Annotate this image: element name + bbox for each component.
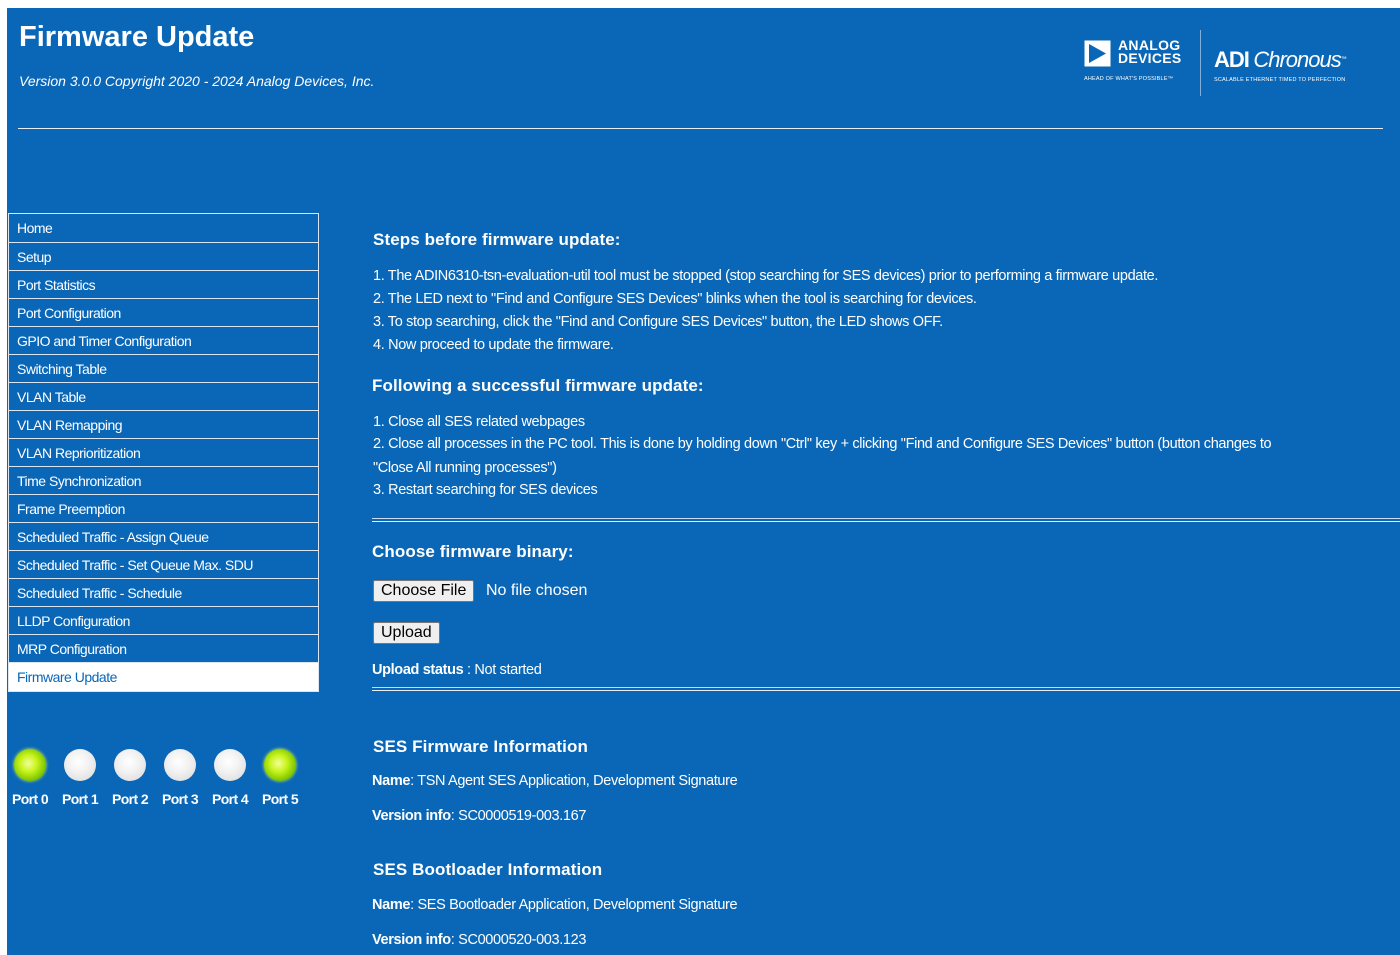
sidebar-item-scheduled-traffic-schedule[interactable]: Scheduled Traffic - Schedule bbox=[8, 579, 319, 607]
sidebar-item-setup[interactable]: Setup bbox=[8, 243, 319, 271]
sidebar-item-vlan-remapping[interactable]: VLAN Remapping bbox=[8, 411, 319, 439]
sidebar-item-vlan-table[interactable]: VLAN Table bbox=[8, 383, 319, 411]
steps-after-heading: Following a successful firmware update: bbox=[372, 376, 704, 395]
app-frame: Firmware Update Version 3.0.0 Copyright … bbox=[7, 8, 1400, 955]
upload-status: Upload status : Not started bbox=[372, 662, 542, 678]
sidebar-item-gpio-and-timer-configuration[interactable]: GPIO and Timer Configuration bbox=[8, 327, 319, 355]
upload-button[interactable]: Upload bbox=[373, 622, 440, 644]
file-chosen-status: No file chosen bbox=[486, 582, 588, 599]
sidebar-item-port-statistics[interactable]: Port Statistics bbox=[8, 271, 319, 299]
adi-chronous-logo: ADI Chronous™ bbox=[1214, 47, 1347, 72]
port-led-icon bbox=[64, 749, 96, 781]
port-label: Port 4 bbox=[211, 791, 249, 807]
firmware-version: Version info: SC0000519-003.167 bbox=[372, 808, 587, 824]
port-led-icon bbox=[214, 749, 246, 781]
port-led-icon bbox=[14, 749, 46, 781]
analog-devices-logo: ANALOG DEVICES AHEAD OF WHAT'S POSSIBLE™ bbox=[1084, 37, 1198, 92]
steps-before-item: 3. To stop searching, click the "Find an… bbox=[373, 314, 943, 330]
sidebar-item-home[interactable]: Home bbox=[8, 213, 319, 243]
steps-after-item: 1. Close all SES related webpages bbox=[373, 414, 585, 430]
firmware-name: Name: TSN Agent SES Application, Develop… bbox=[372, 773, 738, 789]
chronous-tagline: SCALABLE ETHERNET TIMED TO PERFECTION bbox=[1214, 77, 1346, 83]
port-label: Port 3 bbox=[161, 791, 199, 807]
adi-triangle-icon bbox=[1084, 40, 1111, 67]
choose-file-button[interactable]: Choose File bbox=[373, 580, 475, 602]
port-status-panel: Port 0 Port 1 Port 2 Port 3 Port 4 Port 5 bbox=[7, 749, 312, 819]
bootloader-info-heading: SES Bootloader Information bbox=[373, 860, 603, 879]
steps-before-item: 2. The LED next to "Find and Configure S… bbox=[373, 291, 977, 307]
port-led-icon bbox=[164, 749, 196, 781]
port-label: Port 0 bbox=[11, 791, 49, 807]
section-divider bbox=[372, 518, 1400, 522]
steps-before-item: 4. Now proceed to update the firmware. bbox=[373, 337, 614, 353]
sidebar-item-lldp-configuration[interactable]: LLDP Configuration bbox=[8, 607, 319, 635]
sidebar-item-firmware-update[interactable]: Firmware Update bbox=[8, 663, 319, 692]
port-indicator: Port 4 bbox=[205, 749, 255, 807]
steps-after-item: 3. Restart searching for SES devices bbox=[373, 482, 598, 498]
port-label: Port 5 bbox=[261, 791, 299, 807]
firmware-info-heading: SES Firmware Information bbox=[373, 737, 588, 756]
port-led-icon bbox=[264, 749, 296, 781]
page-title: Firmware Update bbox=[19, 21, 255, 53]
sidebar-item-mrp-configuration[interactable]: MRP Configuration bbox=[8, 635, 319, 663]
logo-divider bbox=[1200, 30, 1201, 96]
steps-after-item: "Close All running processes") bbox=[373, 460, 557, 476]
adi-tagline: AHEAD OF WHAT'S POSSIBLE™ bbox=[1084, 76, 1174, 82]
port-label: Port 1 bbox=[61, 791, 99, 807]
sidebar-item-vlan-reprioritization[interactable]: VLAN Reprioritization bbox=[8, 439, 319, 467]
sidebar-item-scheduled-traffic-assign-queue[interactable]: Scheduled Traffic - Assign Queue bbox=[8, 523, 319, 551]
steps-before-item: 1. The ADIN6310-tsn-evaluation-util tool… bbox=[373, 268, 1159, 284]
port-indicator: Port 1 bbox=[55, 749, 105, 807]
port-led-icon bbox=[114, 749, 146, 781]
port-indicator: Port 0 bbox=[7, 749, 55, 807]
sidebar-item-port-configuration[interactable]: Port Configuration bbox=[8, 299, 319, 327]
bootloader-version: Version info: SC0000520-003.123 bbox=[372, 932, 587, 948]
port-indicator: Port 2 bbox=[105, 749, 155, 807]
header-divider bbox=[18, 128, 1383, 129]
sidebar-item-switching-table[interactable]: Switching Table bbox=[8, 355, 319, 383]
adi-wordmark: ANALOG DEVICES bbox=[1118, 37, 1182, 66]
sidebar-item-scheduled-traffic-set-queue-max-sdu[interactable]: Scheduled Traffic - Set Queue Max. SDU bbox=[8, 551, 319, 579]
sidebar-item-frame-preemption[interactable]: Frame Preemption bbox=[8, 495, 319, 523]
section-divider bbox=[372, 687, 1400, 691]
steps-after-item: 2. Close all processes in the PC tool. T… bbox=[373, 436, 1272, 452]
bootloader-name: Name: SES Bootloader Application, Develo… bbox=[372, 897, 738, 913]
port-indicator: Port 5 bbox=[255, 749, 305, 807]
sidebar-nav: Home Setup Port Statistics Port Configurati… bbox=[8, 213, 319, 692]
choose-binary-heading: Choose firmware binary: bbox=[372, 542, 574, 561]
port-indicator: Port 3 bbox=[155, 749, 205, 807]
steps-before-heading: Steps before firmware update: bbox=[373, 230, 621, 249]
version-text: Version 3.0.0 Copyright 2020 - 2024 Anal… bbox=[19, 73, 375, 89]
sidebar-item-time-synchronization[interactable]: Time Synchronization bbox=[8, 467, 319, 495]
port-label: Port 2 bbox=[111, 791, 149, 807]
